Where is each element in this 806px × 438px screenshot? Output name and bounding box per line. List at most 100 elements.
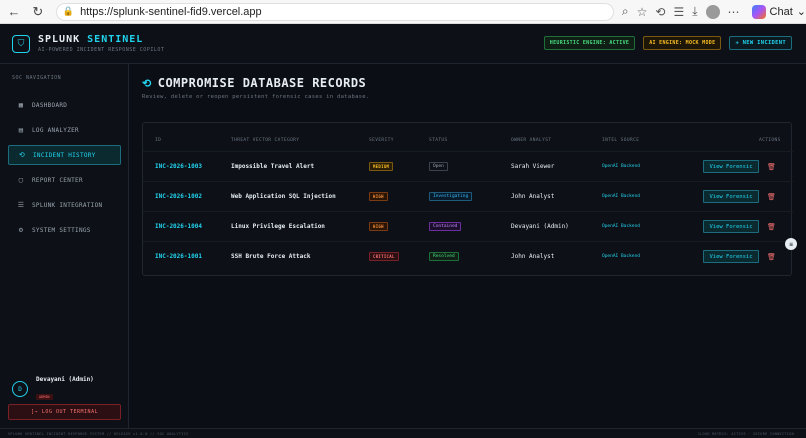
severity-badge: CRITICAL xyxy=(369,252,399,261)
ai-engine-badge: AI ENGINE: MOCK MODE xyxy=(643,36,722,50)
page-title: ⟲ COMPROMISE DATABASE RECORDS xyxy=(142,76,366,90)
sidebar-item-splunk-integration[interactable]: ☰ SPLUNK INTEGRATION xyxy=(8,195,121,215)
intel-source: OpenAI Backend xyxy=(602,224,640,229)
copilot-label: Chat xyxy=(769,5,793,18)
gear-icon: ⚙ xyxy=(18,226,24,234)
address-bar[interactable]: 🔒 https://splunk-sentinel-fid9.vercel.ap… xyxy=(55,2,614,21)
view-forensic-button[interactable]: View Forensic xyxy=(703,250,759,263)
sidebar-item-dashboard[interactable]: ▦ DASHBOARD xyxy=(8,95,121,115)
user-name: Devayani (Admin) xyxy=(36,376,94,383)
status-badge: Resolved xyxy=(429,252,459,261)
footer-left-text: SPLUNK SENTINEL INCIDENT RESPONSE SYSTEM… xyxy=(8,431,189,436)
chevron-down-icon: ⌄ xyxy=(796,6,806,18)
table-row: INC-2026-1001 SSH Brute Force Attack CRI… xyxy=(143,241,793,270)
trash-icon[interactable]: 🗑 xyxy=(767,163,776,171)
favorites-bar-icon[interactable]: ☰ xyxy=(673,5,684,19)
page-subtitle: Review, delete or reopen persistent fore… xyxy=(142,94,370,100)
brand-title: SPLUNK SENTINEL xyxy=(38,34,164,45)
brand-prefix: SPLUNK xyxy=(38,34,81,45)
intel-source: OpenAI Backend xyxy=(602,164,640,169)
threat-category: Linux Privilege Escalation xyxy=(231,223,325,230)
logout-label: LOG OUT TERMINAL xyxy=(41,409,99,415)
table-row: INC-2026-1004 Linux Privilege Escalation… xyxy=(143,211,793,240)
nav-title: SOC NAVIGATION xyxy=(12,75,62,81)
column-header-severity: SEVERITY xyxy=(369,138,394,143)
threat-category: SSH Brute Force Attack xyxy=(231,253,311,260)
downloads-icon[interactable]: ⤓ xyxy=(692,4,697,19)
database-icon: ☰ xyxy=(17,201,25,209)
trash-icon[interactable]: 🗑 xyxy=(767,253,776,261)
sidebar-item-incident-history[interactable]: ⟲ INCIDENT HISTORY xyxy=(8,145,121,165)
book-icon: ▢ xyxy=(18,176,24,184)
history-icon: ⟲ xyxy=(142,76,152,90)
sidebar-item-label: REPORT CENTER xyxy=(32,176,83,184)
copilot-icon xyxy=(751,4,766,19)
grid-icon: ▦ xyxy=(18,101,24,109)
status-badge: Investigating xyxy=(429,192,473,201)
brand-accent: SENTINEL xyxy=(87,34,144,45)
browser-tools: ⌕ ☆ ⟲ ☰ ⤓ ⋯ Chat ⌄ xyxy=(622,4,806,19)
view-forensic-button[interactable]: View Forensic xyxy=(703,220,759,233)
intel-source: OpenAI Backend xyxy=(602,194,640,199)
view-forensic-button[interactable]: View Forensic xyxy=(703,190,759,203)
incident-table: ID THREAT VECTOR CATEGORY SEVERITY STATU… xyxy=(142,122,793,276)
status-badge: Contained xyxy=(429,222,462,231)
status-badge: Open xyxy=(429,162,448,171)
sidebar-item-report-center[interactable]: ▢ REPORT CENTER xyxy=(8,170,121,190)
incident-id[interactable]: INC-2026-1001 xyxy=(155,242,202,271)
sidebar-item-label: SYSTEM SETTINGS xyxy=(32,226,91,234)
brand: SPLUNK SENTINEL AI-POWERED INCIDENT RESP… xyxy=(38,34,164,53)
file-icon: ▤ xyxy=(18,126,24,134)
owner-analyst: John Analyst xyxy=(511,253,555,260)
column-header-id: ID xyxy=(155,138,162,143)
sidebar-item-label: INCIDENT HISTORY xyxy=(33,151,96,159)
threat-category: Impossible Travel Alert xyxy=(231,163,315,170)
trash-icon[interactable]: 🗑 xyxy=(767,223,776,231)
sidebar-item-label: DASHBOARD xyxy=(32,101,68,109)
extensions-icon[interactable]: ⟲ xyxy=(655,5,665,19)
incident-id[interactable]: INC-2026-1002 xyxy=(155,182,202,211)
lock-icon: 🔒 xyxy=(62,6,75,16)
sidebar-item-label: LOG ANALYZER xyxy=(32,126,79,134)
incident-id[interactable]: INC-2026-1004 xyxy=(155,212,202,241)
owner-analyst: Devayani (Admin) xyxy=(511,223,569,230)
main-content: ⟲ COMPROMISE DATABASE RECORDS Review, de… xyxy=(130,64,806,428)
status-bar: SPLUNK SENTINEL INCIDENT RESPONSE SYSTEM… xyxy=(0,428,806,438)
avatar: D xyxy=(12,381,28,397)
reload-icon[interactable]: ↻ xyxy=(28,2,48,22)
profile-icon[interactable] xyxy=(705,4,720,19)
intel-source: OpenAI Backend xyxy=(602,254,640,259)
sidebar-item-label: SPLUNK INTEGRATION xyxy=(32,201,103,209)
column-header-analyst: OWNER ANALYST xyxy=(511,138,552,143)
favorite-icon[interactable]: ☆ xyxy=(637,5,648,19)
sidebar-item-log-analyzer[interactable]: ▤ LOG ANALYZER xyxy=(8,120,121,140)
app-header: ⛉ SPLUNK SENTINEL AI-POWERED INCIDENT RE… xyxy=(0,24,806,64)
back-icon[interactable]: ← xyxy=(4,2,24,22)
brand-subtitle: AI-POWERED INCIDENT RESPONSE COPILOT xyxy=(38,47,165,53)
view-forensic-button[interactable]: View Forensic xyxy=(703,160,759,173)
sidebar-item-system-settings[interactable]: ⚙ SYSTEM SETTINGS xyxy=(8,220,121,240)
logout-button[interactable]: [→ LOG OUT TERMINAL xyxy=(8,404,121,420)
user-role-badge: ADMIN xyxy=(36,394,53,400)
heuristic-engine-badge: HEURISTIC ENGINE: ACTIVE xyxy=(543,36,636,50)
severity-badge: MEDIUM xyxy=(369,162,394,171)
footer-right-text: CLOUD MATRIX: ACTIVE · SECURE CONNECTION xyxy=(697,431,794,436)
more-icon[interactable]: ⋯ xyxy=(728,5,740,19)
table-row: INC-2026-1002 Web Application SQL Inject… xyxy=(143,181,793,210)
page-title-text: COMPROMISE DATABASE RECORDS xyxy=(157,76,367,90)
zoom-icon[interactable]: ⌕ xyxy=(622,4,629,19)
table-row: INC-2026-1003 Impossible Travel Alert ME… xyxy=(143,151,793,180)
column-header-category: THREAT VECTOR CATEGORY xyxy=(231,138,300,143)
incident-id[interactable]: INC-2026-1003 xyxy=(155,152,202,181)
column-header-intel: INTEL SOURCE xyxy=(602,138,640,143)
owner-analyst: John Analyst xyxy=(511,193,555,200)
shield-icon: ⛉ xyxy=(12,34,30,53)
new-incident-button[interactable]: + NEW INCIDENT xyxy=(729,36,792,50)
copilot-button[interactable]: Chat ⌄ xyxy=(751,4,806,19)
severity-badge: HIGH xyxy=(369,222,388,231)
browser-toolbar: ← ↻ 🔒 https://splunk-sentinel-fid9.verce… xyxy=(0,0,806,24)
logout-icon: [→ xyxy=(30,409,38,415)
trash-icon[interactable]: 🗑 xyxy=(767,193,776,201)
sidebar-toggle-icon[interactable]: ≡ xyxy=(785,238,797,250)
column-header-actions: ACTIONS xyxy=(759,138,781,143)
